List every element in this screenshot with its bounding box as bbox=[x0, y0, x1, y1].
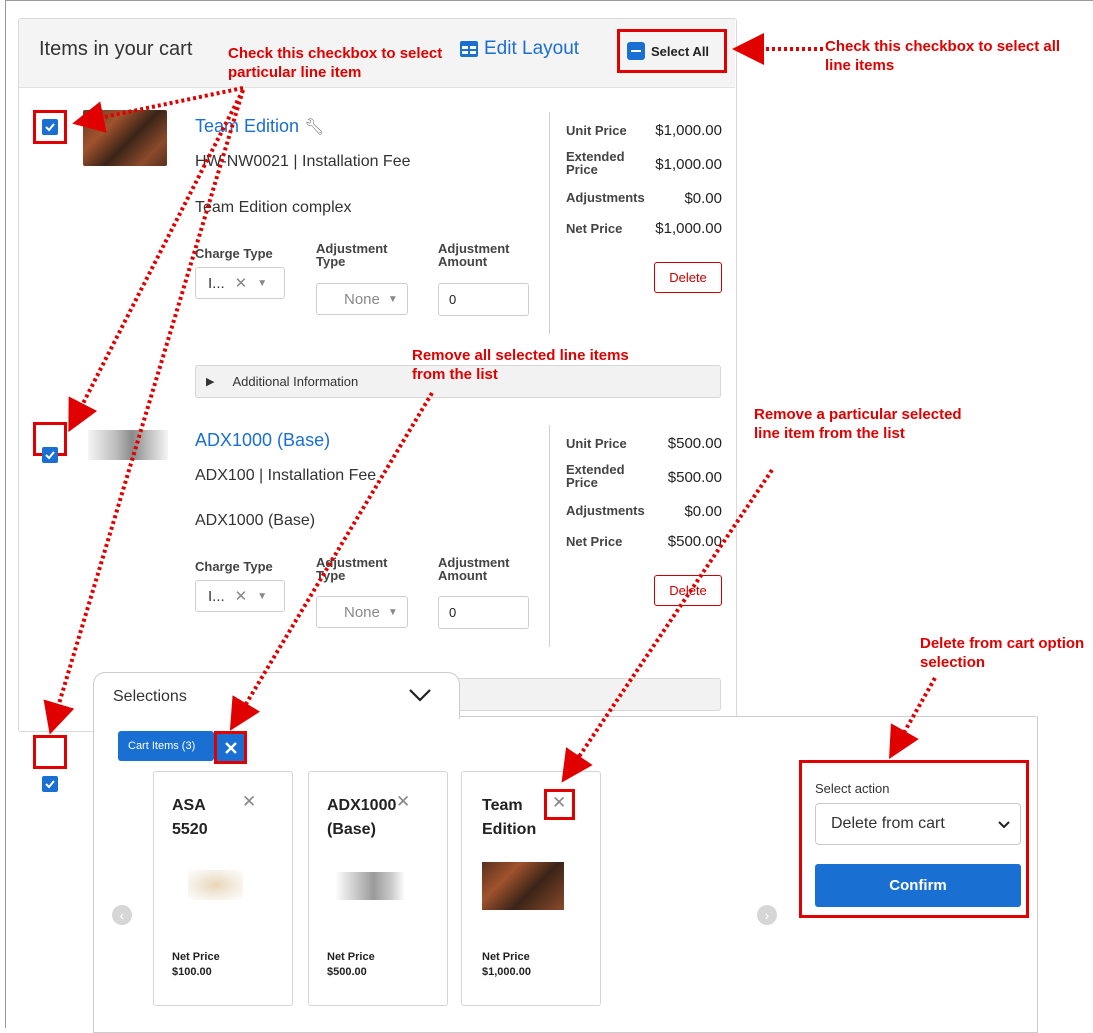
arrow-to-checkbox-2 bbox=[68, 89, 245, 433]
annotation-delete-option: Delete from cart option selection bbox=[920, 635, 1085, 671]
arrow-to-remove-all bbox=[229, 391, 434, 731]
arrow-to-checkbox-1 bbox=[72, 86, 244, 133]
arrow-to-checkbox-3 bbox=[43, 89, 245, 735]
arrow-to-remove-item bbox=[561, 468, 774, 783]
arrow-to-action bbox=[889, 677, 937, 759]
annotation-check-all: Check this checkbox to select all line i… bbox=[825, 38, 1061, 74]
annotation-remove-all: Remove all selected line items from the … bbox=[412, 347, 629, 383]
annotation-arrows bbox=[43, 33, 937, 783]
annotation-check-particular: Check this checkbox to select particular… bbox=[228, 45, 443, 81]
annotation-remove-particular: Remove a particular selected line item f… bbox=[754, 406, 962, 442]
